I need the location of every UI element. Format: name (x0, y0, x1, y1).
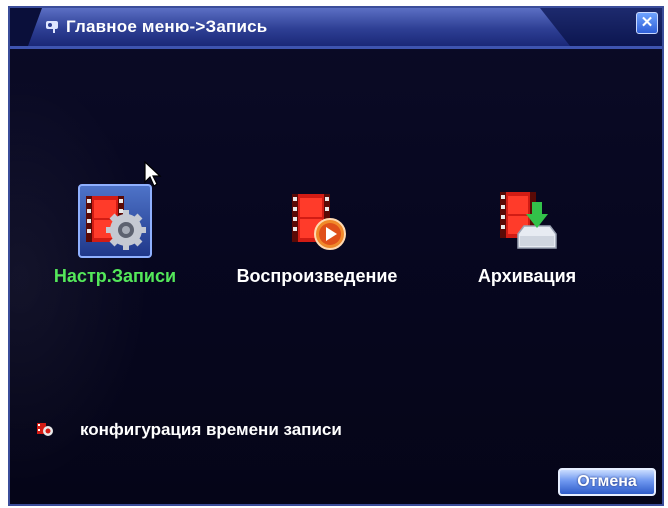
camera-icon (46, 21, 58, 33)
title-bar: Главное меню->Запись ✕ (10, 8, 662, 46)
title-divider (10, 46, 662, 49)
menu-label-backup: Архивация (477, 266, 577, 286)
playback-tile[interactable] (280, 184, 354, 258)
playback-icon (292, 194, 346, 250)
hint-text: конфигурация времени записи (80, 420, 342, 439)
menu-item-playback[interactable]: Воспроизведение (232, 184, 402, 287)
menu-item-backup[interactable]: Архивация (462, 184, 592, 287)
backup-tile[interactable] (490, 184, 564, 258)
close-icon: ✕ (640, 14, 654, 31)
menu-label-record-settings: Настр.Записи (53, 266, 177, 286)
info-icon (37, 423, 53, 436)
cancel-button[interactable]: Отмена (558, 468, 656, 496)
window-title: Главное меню->Запись (66, 17, 268, 36)
close-button[interactable]: ✕ (636, 12, 658, 34)
menu-label-playback: Воспроизведение (236, 266, 398, 286)
mouse-cursor-icon (144, 160, 162, 187)
backup-icon (500, 192, 557, 249)
record-menu-window: Главное меню->Запись ✕ Настр.Записи Восп… (8, 6, 664, 506)
menu-item-record-settings[interactable]: Настр.Записи (40, 184, 190, 287)
record-settings-icon (86, 196, 146, 250)
record-settings-tile[interactable] (78, 184, 152, 258)
